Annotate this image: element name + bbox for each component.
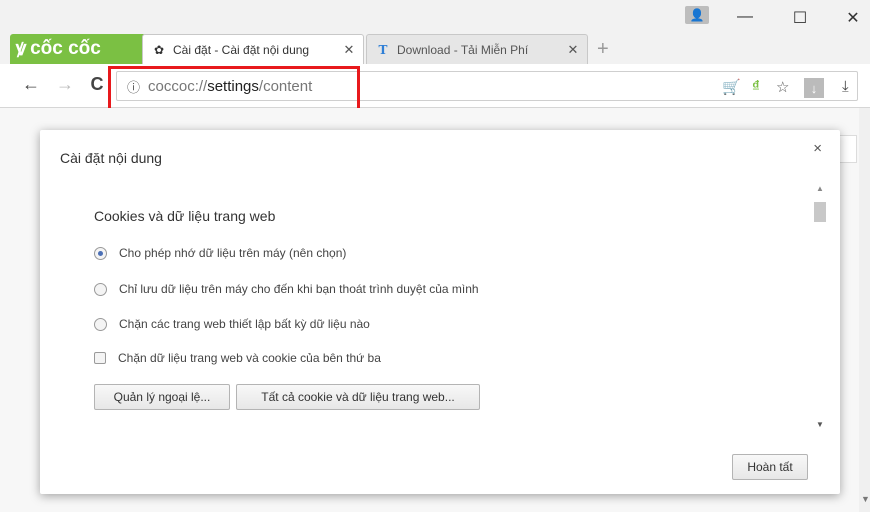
bookmark-star-icon[interactable]: ☆: [776, 78, 789, 96]
radio-block-sites[interactable]: [94, 317, 107, 331]
title-bar: ꝟ cốc cốc ✿ Cài đặt - Cài đặt nội dung ✕…: [0, 0, 870, 66]
close-tab-icon[interactable]: ✕: [565, 42, 581, 58]
content-settings-dialog: Cài đặt nội dung × Cookies và dữ liệu tr…: [40, 130, 840, 494]
settings-gear-icon: ✿: [153, 42, 165, 57]
profile-icon[interactable]: 👤: [685, 6, 709, 24]
option-allow-local-data[interactable]: Cho phép nhớ dữ liệu trên máy (nên chọn): [94, 246, 346, 260]
page-scrollbar[interactable]: [859, 108, 870, 512]
page-scroll-down-icon[interactable]: ▼: [861, 494, 870, 504]
tab-settings[interactable]: ✿ Cài đặt - Cài đặt nội dung ✕: [142, 34, 364, 64]
close-tab-icon[interactable]: ✕: [341, 42, 357, 58]
radio-keep-until-quit[interactable]: [94, 282, 107, 296]
option-keep-until-quit[interactable]: Chỉ lưu dữ liệu trên máy cho đến khi bạn…: [94, 282, 479, 296]
done-button[interactable]: Hoàn tất: [732, 454, 808, 480]
forward-arrow-icon[interactable]: →: [54, 74, 76, 95]
scroll-up-icon[interactable]: ▲: [816, 184, 824, 193]
tab-title: Cài đặt - Cài đặt nội dung: [173, 42, 310, 57]
close-dialog-icon[interactable]: ×: [813, 140, 822, 157]
radio-allow-local-data[interactable]: [94, 246, 107, 260]
option-label: Chặn các trang web thiết lập bất kỳ dữ l…: [119, 317, 370, 331]
scrollbar-thumb[interactable]: [814, 202, 826, 222]
tab-download[interactable]: T Download - Tải Miễn Phí ✕: [366, 34, 588, 64]
option-block-sites[interactable]: Chặn các trang web thiết lập bất kỳ dữ l…: [94, 317, 370, 331]
checkbox-block-third-party[interactable]: [94, 352, 106, 364]
option-block-third-party[interactable]: Chặn dữ liệu trang web và cookie của bên…: [94, 351, 381, 365]
dong-currency-icon[interactable]: ₫: [752, 78, 760, 95]
manage-exceptions-button[interactable]: Quản lý ngoại lệ...: [94, 384, 230, 410]
scroll-down-icon[interactable]: ▼: [816, 420, 824, 429]
maximize-button[interactable]: ☐: [785, 8, 815, 28]
back-arrow-icon[interactable]: ←: [20, 74, 42, 95]
option-label: Chỉ lưu dữ liệu trên máy cho đến khi bạn…: [119, 282, 479, 296]
dialog-scrollbar[interactable]: ▲ ▼: [812, 182, 828, 432]
coccoc-logo[interactable]: ꝟ cốc cốc: [10, 34, 146, 64]
shopping-cart-icon[interactable]: 🛒: [722, 78, 741, 96]
tab-title: Download - Tải Miễn Phí: [397, 42, 529, 57]
download-arrow-icon[interactable]: ↓: [804, 78, 824, 98]
dialog-title: Cài đặt nội dung: [60, 150, 162, 166]
reload-icon[interactable]: C: [86, 74, 108, 95]
coccoc-brand-text: cốc cốc: [30, 38, 101, 59]
option-label: Chặn dữ liệu trang web và cookie của bên…: [118, 351, 381, 365]
taimienphi-favicon-icon: T: [378, 42, 388, 57]
coccoc-logo-mark: ꝟ: [16, 38, 27, 60]
close-window-button[interactable]: ✕: [838, 8, 868, 28]
new-tab-button[interactable]: +: [597, 38, 609, 61]
option-label: Cho phép nhớ dữ liệu trên máy (nên chọn): [119, 246, 347, 260]
download-icon[interactable]: ⤓: [842, 78, 849, 95]
minimize-button[interactable]: —: [730, 8, 760, 26]
cookies-section-title: Cookies và dữ liệu trang web: [94, 208, 276, 224]
all-cookies-button[interactable]: Tất cả cookie và dữ liệu trang web...: [236, 384, 480, 410]
